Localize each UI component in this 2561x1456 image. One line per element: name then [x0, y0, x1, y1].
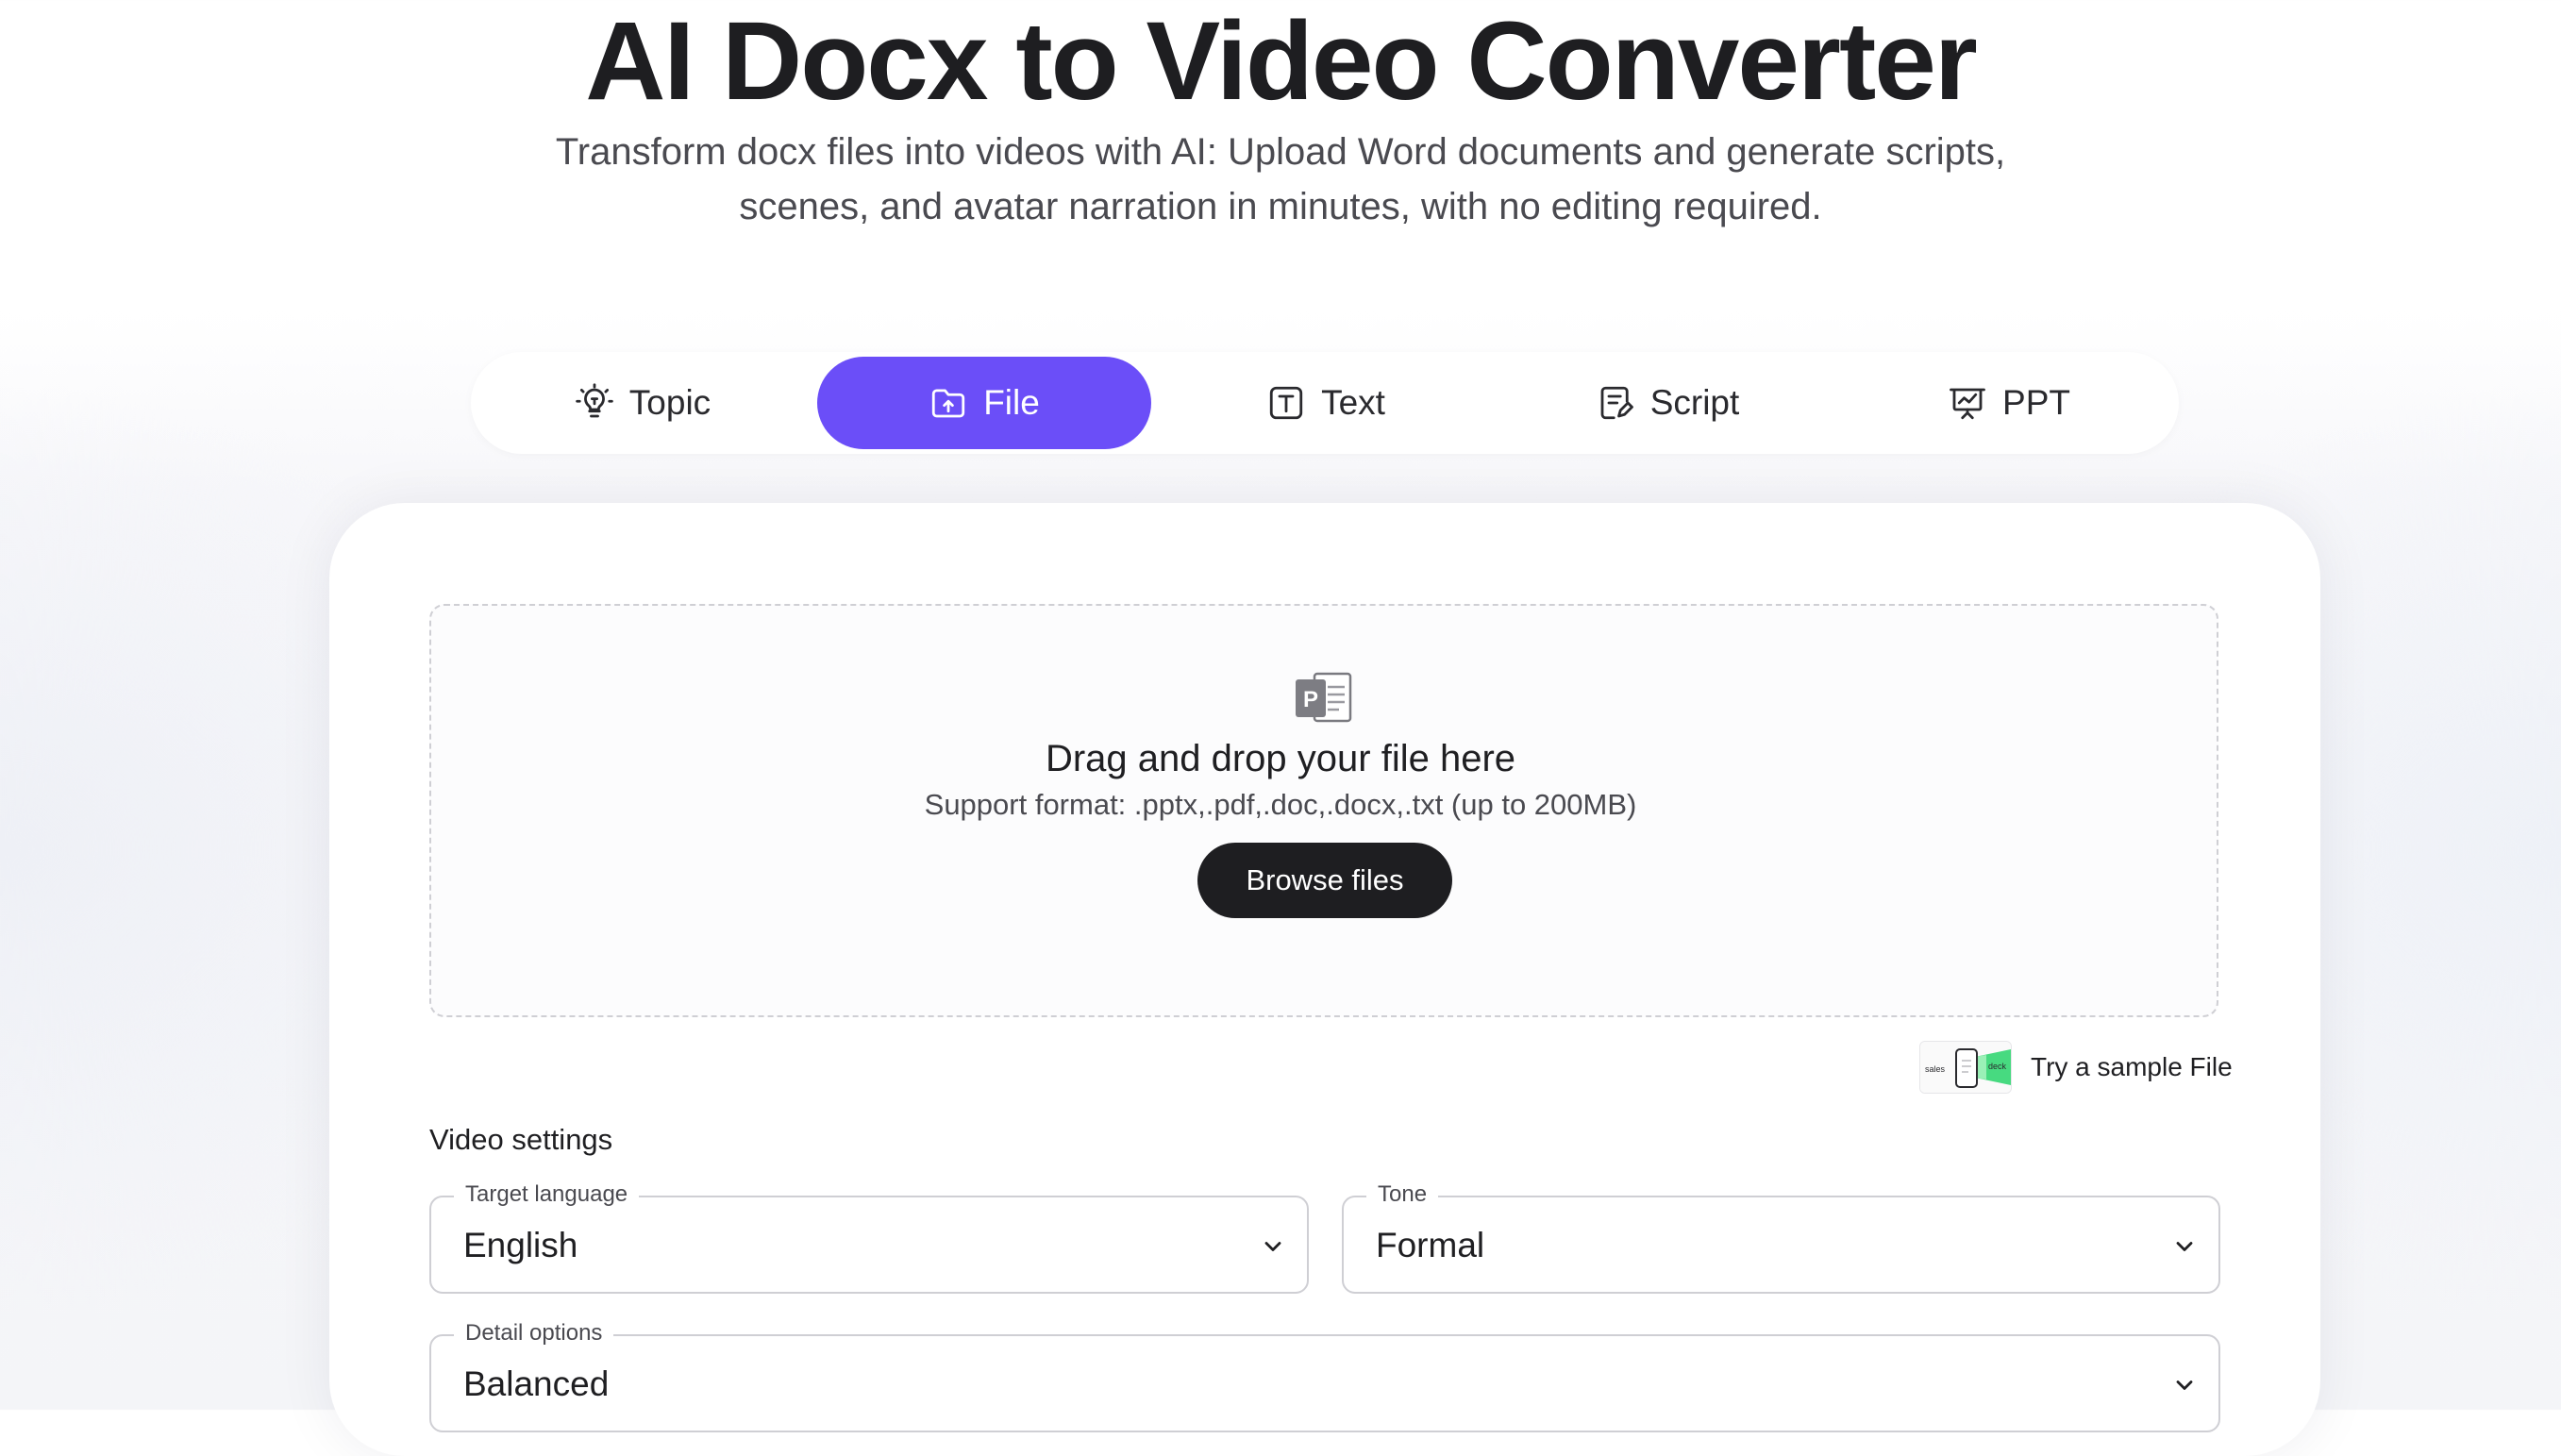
tab-ppt[interactable]: PPT: [1842, 357, 2176, 449]
detail-options-label: Detail options: [454, 1319, 614, 1347]
tab-topic[interactable]: Topic: [476, 357, 810, 449]
detail-options-value: Balanced: [463, 1364, 610, 1403]
presentation-icon: [1948, 383, 1987, 423]
dropzone-title: Drag and drop your file here: [1045, 738, 1516, 779]
browse-files-button[interactable]: Browse files: [1197, 843, 1452, 918]
chevron-down-icon: [2171, 1372, 2198, 1398]
tab-file[interactable]: File: [817, 357, 1151, 449]
dropzone-support-text: Support format: .pptx,.pdf,.doc,.docx,.t…: [924, 788, 1637, 821]
try-sample-file-label: Try a sample File: [2031, 1052, 2233, 1081]
tone-value: Formal: [1376, 1226, 1485, 1264]
chevron-down-icon: [1260, 1233, 1286, 1260]
tone-select[interactable]: Tone Formal: [1342, 1180, 2220, 1294]
sample-file-thumbnail: sales deck: [1919, 1041, 2012, 1094]
tab-text[interactable]: Text: [1159, 357, 1493, 449]
sample-thumb-right-text: deck: [1988, 1062, 2007, 1071]
powerpoint-file-icon: P: [1294, 670, 1354, 725]
text-box-icon: [1266, 383, 1306, 423]
try-sample-file-link[interactable]: sales deck Try a sample File: [1919, 1038, 2233, 1096]
target-language-select[interactable]: Target language English: [429, 1180, 1309, 1294]
sample-thumb-left-text: sales: [1925, 1064, 1946, 1074]
tone-label: Tone: [1366, 1180, 1439, 1209]
input-type-tabs: Topic File Text Script PPT: [471, 352, 2179, 454]
svg-text:P: P: [1303, 687, 1318, 712]
lightbulb-icon: [575, 383, 614, 423]
folder-upload-icon: [929, 383, 968, 423]
script-edit-icon: [1596, 383, 1635, 423]
video-settings-title: Video settings: [429, 1123, 613, 1156]
tab-text-label: Text: [1321, 383, 1385, 422]
target-language-label: Target language: [454, 1180, 640, 1209]
tab-script[interactable]: Script: [1500, 357, 1834, 449]
page-title: AI Docx to Video Converter: [585, 0, 1978, 124]
tab-script-label: Script: [1649, 383, 1740, 422]
detail-options-select[interactable]: Detail options Balanced: [429, 1319, 2220, 1432]
tab-ppt-label: PPT: [2002, 383, 2070, 422]
chevron-down-icon: [2171, 1233, 2198, 1260]
tab-topic-label: Topic: [628, 383, 711, 422]
tab-file-label: File: [983, 383, 1040, 422]
target-language-value: English: [463, 1226, 578, 1264]
page-subtitle: Transform docx files into videos with AI…: [555, 131, 2006, 227]
